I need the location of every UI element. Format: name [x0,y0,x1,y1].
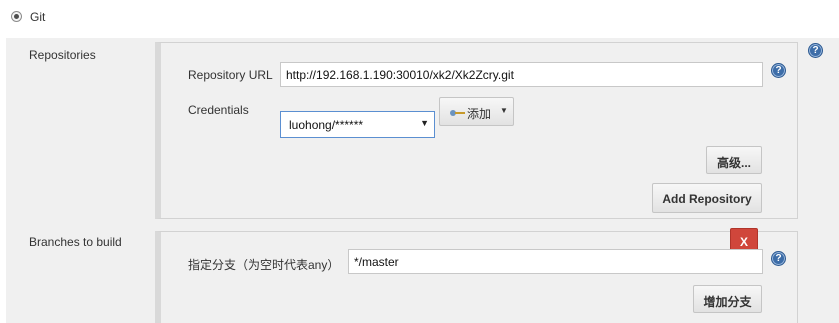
git-option-label[interactable]: Git [30,10,45,24]
advanced-button[interactable]: 高级... [706,146,762,174]
credentials-label: Credentials [188,103,249,117]
add-branch-button[interactable]: 增加分支 [693,285,762,313]
repository-url-label: Repository URL [188,68,273,82]
repositories-label: Repositories [29,48,96,62]
branches-to-build-label: Branches to build [29,235,122,249]
add-credentials-label: 添加 [467,107,492,121]
caret-down-icon: ▼ [500,106,508,115]
credentials-selected-value: luohong/****** [289,118,364,132]
branch-specifier-help-icon[interactable]: ? [771,251,786,266]
key-icon [450,110,465,116]
repository-url-input[interactable]: http://192.168.1.190:30010/xk2/Xk2Zcry.g… [280,62,763,87]
branch-specifier-input[interactable]: */master [348,249,763,274]
git-radio-button[interactable] [11,11,22,22]
repositories-help-icon[interactable]: ? [808,43,823,58]
add-credentials-button[interactable]: 添加 ▼ [439,97,514,126]
repository-url-help-icon[interactable]: ? [771,63,786,78]
credentials-select[interactable]: luohong/****** ▼ [280,111,435,138]
select-arrow-icon: ▼ [420,118,429,128]
branch-specifier-label: 指定分支（为空时代表any） [188,258,340,272]
scm-option-row: Git [0,0,839,34]
add-repository-button[interactable]: Add Repository [652,183,762,213]
